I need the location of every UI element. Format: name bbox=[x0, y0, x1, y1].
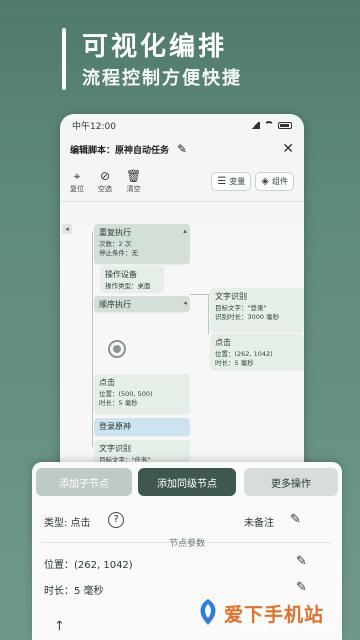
edit-position-icon[interactable]: ✎ bbox=[296, 554, 307, 569]
watermark-brand: 爱下手机站 bbox=[224, 604, 325, 626]
watermark: 爱下手机站 www.aiskycn.com bbox=[196, 592, 360, 640]
node-title: 顺序执行 bbox=[99, 300, 131, 309]
node-repeat[interactable]: 重复执行 次数：2 次 停止条件：无 bbox=[94, 224, 190, 264]
components-label: 组件 bbox=[272, 177, 288, 186]
reset-label: 复位 bbox=[70, 184, 84, 193]
tree-connector bbox=[208, 294, 209, 334]
node-ocr-login[interactable]: 文字识别 目标文字："登录" 识别时长：3000 毫秒 bbox=[210, 288, 304, 332]
node-title: 点击 bbox=[215, 338, 231, 347]
clear-selection-button[interactable]: ⊘ 空选 bbox=[98, 170, 112, 194]
node-type-label: 类型: 点击 bbox=[44, 518, 91, 529]
wifi-icon bbox=[264, 121, 274, 129]
editor-header: 编辑脚本：原神自动任务 ✎ ✕ bbox=[60, 136, 304, 162]
node-sequence[interactable]: 顺序执行 bbox=[94, 296, 190, 312]
node-login-genshin[interactable]: 登录原神 bbox=[94, 418, 190, 436]
node-param: 次数：2 次 bbox=[99, 240, 132, 248]
promo-title: 可视化编排 bbox=[82, 32, 228, 62]
help-icon[interactable]: ? bbox=[108, 512, 124, 528]
param-duration: 时长：5 毫秒 bbox=[44, 586, 104, 597]
node-param: 操作类型：桌面 bbox=[105, 282, 151, 290]
node-param: 位置：(262, 1042) bbox=[215, 350, 273, 358]
collapse-left-icon[interactable]: ◂ bbox=[180, 298, 190, 308]
add-child-button[interactable]: 添加子节点 bbox=[36, 468, 132, 496]
sliders-icon: ☰ bbox=[217, 176, 227, 187]
edit-title-icon[interactable]: ✎ bbox=[177, 142, 187, 156]
node-title: 点击 bbox=[99, 378, 115, 387]
node-title: 文字识别 bbox=[99, 444, 131, 453]
sheet-actions: 添加子节点 添加同级节点 更多操作 bbox=[32, 462, 342, 496]
canvas-center-icon[interactable] bbox=[108, 340, 126, 358]
variables-label: 变量 bbox=[229, 177, 246, 186]
node-param: 时长：5 毫秒 bbox=[215, 359, 254, 367]
signal-icon bbox=[250, 121, 260, 129]
battery-icon bbox=[278, 121, 292, 129]
promo-header: 可视化编排 流程控制方便快捷 bbox=[0, 0, 360, 118]
watermark-logo-icon bbox=[200, 599, 216, 625]
reset-button[interactable]: ⌖ 复位 bbox=[70, 170, 84, 194]
add-sibling-button[interactable]: 添加同级节点 bbox=[138, 468, 236, 496]
script-title: 编辑脚本：原神自动任务 bbox=[70, 145, 170, 156]
node-param: 目标文字："登录" bbox=[215, 304, 267, 312]
components-button[interactable]: ◈ 组件 bbox=[255, 172, 294, 191]
node-title: 文字识别 bbox=[215, 292, 247, 301]
promo-subtitle: 流程控制方便快捷 bbox=[82, 68, 242, 89]
node-device[interactable]: 操作设备 操作类型：桌面 bbox=[100, 266, 164, 292]
node-click[interactable]: 点击 位置：(500, 500) 时长：5 毫秒 bbox=[94, 374, 190, 414]
clear-selection-label: 空选 bbox=[98, 184, 112, 193]
more-actions-button[interactable]: 更多操作 bbox=[244, 468, 338, 496]
arrow-up-icon[interactable]: ↑ bbox=[54, 619, 65, 634]
promo-accent-bar bbox=[62, 28, 66, 90]
watermark-url: www.aiskycn.com bbox=[244, 624, 335, 634]
collapse-left-icon[interactable]: ◂ bbox=[62, 224, 72, 234]
node-param: 位置：(500, 500) bbox=[99, 390, 153, 398]
tree-connector bbox=[92, 232, 93, 447]
deselect-icon: ⊘ bbox=[99, 168, 111, 183]
clear-all-label: 清空 bbox=[126, 184, 141, 193]
clear-all-button[interactable]: 🗑 清空 bbox=[126, 170, 141, 194]
toolbar-chips: ☰ 变量 ◈ 组件 bbox=[211, 172, 294, 191]
status-icons bbox=[250, 121, 292, 129]
close-icon[interactable]: ✕ bbox=[282, 141, 294, 157]
components-icon: ◈ bbox=[261, 176, 269, 187]
trash-icon: 🗑 bbox=[126, 168, 142, 183]
variables-button[interactable]: ☰ 变量 bbox=[211, 172, 252, 191]
node-click-selected[interactable]: 点击 位置：(262, 1042) 时长：5 毫秒 bbox=[210, 334, 304, 370]
node-param: 时长：5 毫秒 bbox=[99, 399, 138, 407]
status-time: 中午12:00 bbox=[72, 121, 116, 132]
params-section-label: 节点参数 bbox=[168, 539, 205, 549]
status-bar: 中午12:00 bbox=[60, 114, 304, 136]
node-param: 识别时长：3000 毫秒 bbox=[215, 313, 280, 321]
param-position: 位置：(262, 1042) bbox=[44, 560, 133, 571]
node-param: 停止条件：无 bbox=[99, 249, 138, 257]
reset-icon: ⌖ bbox=[73, 168, 81, 183]
editor-toolbar: ⌖ 复位 ⊘ 空选 🗑 清空 ☰ 变量 ◈ 组件 bbox=[60, 162, 304, 202]
node-title: 操作设备 bbox=[105, 270, 137, 279]
note-label: 未备注 bbox=[244, 518, 274, 529]
node-title: 重复执行 bbox=[99, 228, 131, 237]
edit-note-icon[interactable]: ✎ bbox=[290, 512, 301, 527]
collapse-up-icon[interactable]: ▴ bbox=[180, 226, 190, 236]
node-title: 登录原神 bbox=[99, 422, 131, 431]
